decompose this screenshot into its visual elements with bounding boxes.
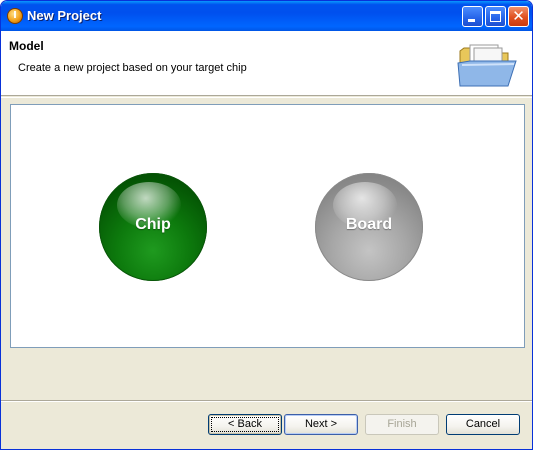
maximize-button[interactable]	[485, 6, 506, 27]
minimize-icon	[468, 19, 475, 22]
board-option-button[interactable]: Board	[315, 173, 423, 281]
board-option-label: Board	[345, 216, 393, 233]
minimize-button[interactable]	[462, 6, 483, 27]
chip-option-button[interactable]: Chip	[99, 173, 207, 281]
next-button[interactable]: Next >	[284, 414, 358, 435]
new-project-dialog: I New Project ✕ Model Create a new proje…	[0, 0, 533, 450]
open-folder-icon	[457, 44, 517, 87]
finish-button[interactable]: Finish	[365, 414, 439, 435]
page-description: Create a new project based on your targe…	[18, 62, 247, 74]
app-icon: I	[7, 8, 23, 24]
close-button[interactable]: ✕	[508, 6, 529, 27]
header-separator	[1, 97, 532, 98]
footer-separator-highlight	[1, 401, 532, 402]
cancel-button[interactable]: Cancel	[446, 414, 520, 435]
close-icon: ✕	[512, 7, 525, 25]
maximize-icon	[490, 11, 501, 22]
title-bar[interactable]: I New Project ✕	[1, 1, 532, 31]
window-title: New Project	[27, 8, 102, 23]
chip-option-label: Chip	[135, 216, 171, 233]
wizard-header: Model Create a new project based on your…	[1, 31, 532, 96]
back-button[interactable]: < Back	[208, 414, 282, 435]
model-selection-panel: Chip Board	[10, 104, 525, 348]
page-title: Model	[9, 39, 44, 53]
